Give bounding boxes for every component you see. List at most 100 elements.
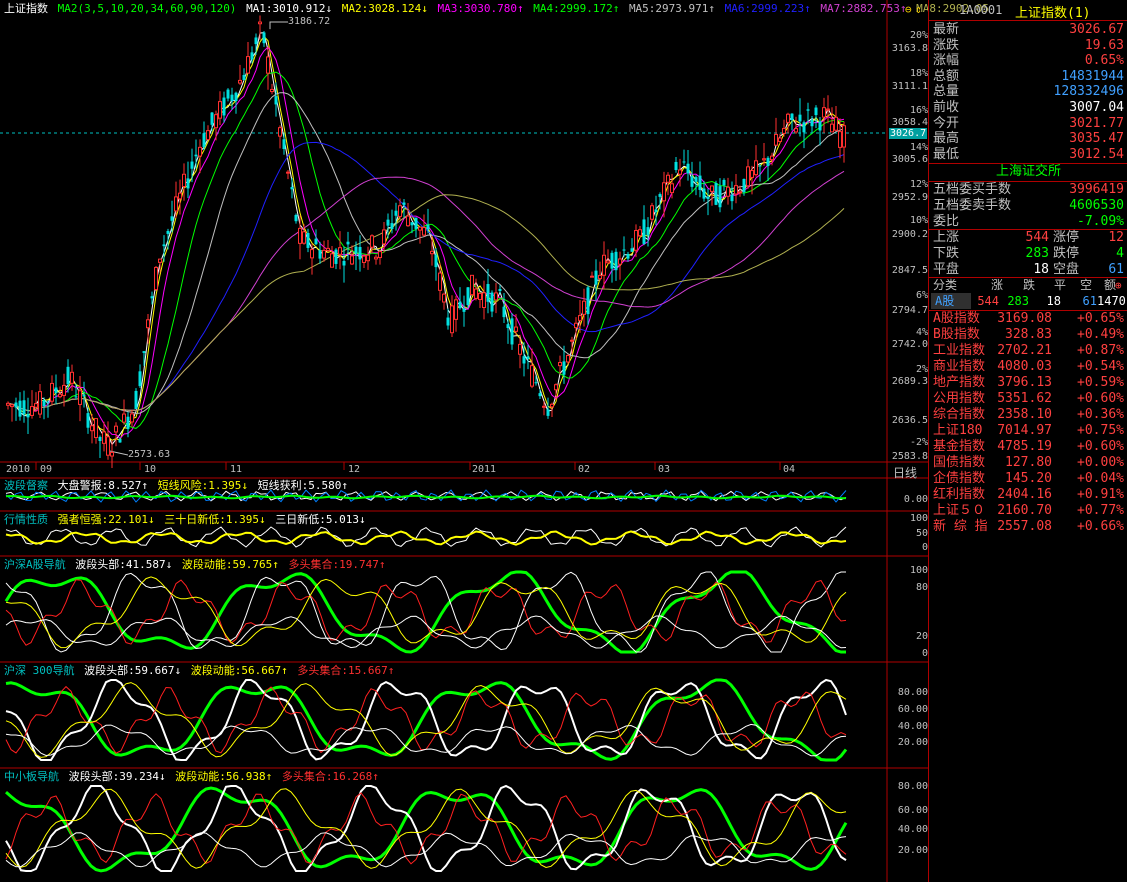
index-price: 3169.08 — [997, 311, 1052, 326]
index-price: 4080.03 — [997, 359, 1052, 374]
index-price: 2404.16 — [997, 487, 1052, 502]
indicator-5-item-1: 波段头部:39.234↓ — [68, 770, 166, 783]
index-row[interactable]: B股指数 328.83 +0.49% — [929, 327, 1127, 343]
candle — [694, 177, 698, 182]
percent-tick-label: 12% — [909, 179, 928, 190]
candle — [390, 223, 394, 229]
candle — [34, 403, 38, 408]
depth-row: 委比 -7.09% — [929, 214, 1127, 229]
indicator-header-2[interactable]: 行情性质 强者恒强:22.101↓ 三十日新低:1.395↓ 三日新低:5.01… — [4, 513, 369, 527]
high-marker — [269, 21, 288, 30]
index-row[interactable]: 新 综 指 2557.08 +0.66% — [929, 519, 1127, 535]
index-row[interactable]: 地产指数 3796.13 +0.59% — [929, 375, 1127, 391]
index-change: +0.60% — [1077, 439, 1124, 454]
candle — [570, 339, 574, 342]
candle — [810, 119, 814, 127]
candle — [838, 131, 842, 148]
indicator-3-bull — [5, 579, 847, 646]
candle — [86, 413, 90, 428]
candle — [830, 123, 834, 133]
candle — [274, 96, 278, 105]
chart-area[interactable]: 上证指数 MA2(3,5,10,20,34,60,90,120) MA1:301… — [0, 0, 989, 882]
candle — [262, 32, 266, 44]
indicator-header-5[interactable]: 中小板导航 波段头部:39.234↓ 波段动能:56.938↑ 多头集合:16.… — [4, 770, 382, 784]
index-row[interactable]: 国债指数 127.80 +0.00% — [929, 455, 1127, 471]
indicator-4-item-1: 波段头部:59.667↓ — [84, 664, 182, 677]
candle — [238, 79, 242, 84]
candle — [482, 292, 486, 308]
class-row[interactable]: A股 544 283 18 61 1470 — [929, 293, 1127, 309]
candle — [422, 227, 426, 236]
candle — [410, 222, 414, 226]
chart-canvas[interactable] — [0, 0, 928, 882]
ind2-axis-100: 100 — [909, 513, 928, 524]
period-button[interactable]: 日线 — [893, 464, 917, 481]
candle — [742, 178, 746, 193]
index-change: +0.65% — [1077, 311, 1124, 326]
class-row-flat: 18 — [1046, 294, 1061, 308]
candle — [62, 384, 66, 396]
add-icon[interactable]: ⊕ — [1115, 279, 1122, 292]
class-row-up: 544 — [977, 294, 999, 308]
quote-row: 涨跌 19.63 — [929, 38, 1127, 53]
breadth-value: 18 — [1033, 261, 1049, 277]
ind2-axis-50: 50 — [915, 528, 928, 539]
candle — [358, 246, 362, 260]
quote-row: 最高 3035.47 — [929, 131, 1127, 146]
candle — [802, 122, 806, 133]
candle — [198, 146, 202, 157]
index-row[interactable]: 上证180 7014.97 +0.75% — [929, 423, 1127, 439]
depth-value: 3996419 — [1069, 182, 1124, 197]
candle — [578, 315, 582, 321]
candle — [366, 254, 370, 262]
ind3-axis-80: 80 — [915, 582, 928, 593]
index-row[interactable]: 商业指数 4080.03 +0.54% — [929, 359, 1127, 375]
candle — [142, 351, 146, 353]
index-row[interactable]: 红利指数 2404.16 +0.91% — [929, 487, 1127, 503]
breadth-value: 544 — [1025, 230, 1049, 245]
index-row[interactable]: 工业指数 2702.21 +0.87% — [929, 343, 1127, 359]
indicator-header-1[interactable]: 波段督察 大盘警报:8.527↑ 短线风险:1.395↓ 短线获利:5.580↑ — [4, 479, 351, 493]
indicator-header-3[interactable]: 沪深A股导航 波段头部:41.587↓ 波段动能:59.765↑ 多头集合:19… — [4, 558, 388, 572]
candle — [306, 232, 310, 248]
candle — [602, 254, 606, 276]
candle — [66, 366, 70, 385]
index-row[interactable]: A股指数 3169.08 +0.65% — [929, 311, 1127, 327]
ma-line-5 — [7, 92, 845, 414]
percent-tick-label: 2% — [915, 364, 928, 375]
candle — [58, 393, 62, 398]
candle — [770, 155, 774, 161]
index-row[interactable]: 公用指数 5351.62 +0.60% — [929, 391, 1127, 407]
percent-tick-label: 16% — [909, 105, 928, 116]
candle — [538, 393, 542, 397]
candle — [662, 182, 666, 202]
stock-code: 1A0001 — [959, 3, 1003, 17]
breadth-value: 4 — [1116, 245, 1124, 261]
quote-label: 今开 — [933, 115, 960, 131]
ind2-axis-0: 0 — [921, 542, 928, 553]
candle — [670, 183, 674, 194]
candle — [766, 157, 770, 167]
candle — [106, 436, 110, 456]
quote-value: 3035.47 — [1069, 131, 1124, 147]
index-row[interactable]: 基金指数 4785.19 +0.60% — [929, 439, 1127, 455]
indicator-name-4: 沪深 300导航 — [4, 664, 75, 677]
indicator-header-4[interactable]: 沪深 300导航 波段头部:59.667↓ 波段动能:56.667↑ 多头集合:… — [4, 664, 397, 678]
breadth-label: 跌停 — [1053, 245, 1080, 261]
indicator-name-5: 中小板导航 — [4, 770, 59, 783]
index-name: 工业指数 — [933, 343, 986, 358]
index-name: 地产指数 — [933, 375, 986, 390]
index-change: +0.75% — [1077, 423, 1124, 438]
index-row[interactable]: 综合指数 2358.10 +0.36% — [929, 407, 1127, 423]
candle — [606, 260, 610, 264]
candle — [598, 274, 602, 280]
candle — [102, 431, 106, 444]
quote-row: 今开 3021.77 — [929, 116, 1127, 131]
index-row[interactable]: 企债指数 145.20 +0.04% — [929, 471, 1127, 487]
depth-label: 五档委卖手数 — [933, 197, 1012, 213]
candle — [618, 258, 622, 265]
index-row[interactable]: 上证５０ 2160.70 +0.77% — [929, 503, 1127, 519]
candle — [630, 248, 634, 252]
quote-panel: 1A0001 上证指数(1) 最新 3026.67 涨跌 19.63 涨幅 0.65% 总额… — [928, 0, 1127, 882]
index-change: +0.66% — [1077, 519, 1124, 534]
